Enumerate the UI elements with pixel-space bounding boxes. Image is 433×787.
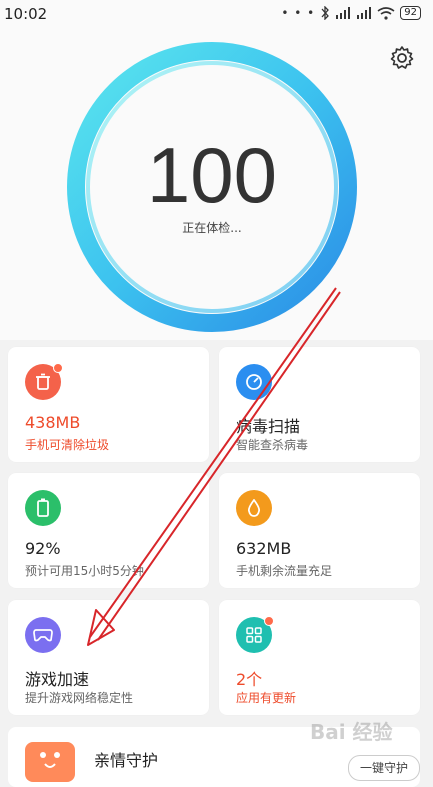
scan-icon xyxy=(236,364,272,400)
card-title: 438MB xyxy=(25,413,81,432)
droplet-icon xyxy=(236,490,272,526)
card-title: 亲情守护 xyxy=(94,751,159,770)
card-subtitle: 手机剩余流量充足 xyxy=(236,564,333,578)
card-title: 2个 xyxy=(236,670,263,689)
card-app-updates[interactable]: 2个 应用有更新 xyxy=(219,600,420,715)
battery-indicator: 92 xyxy=(400,6,421,20)
battery-icon xyxy=(25,490,61,526)
card-title: 92% xyxy=(25,539,61,558)
notification-dots: • • • xyxy=(281,6,316,20)
family-icon xyxy=(25,742,75,782)
card-title: 游戏加速 xyxy=(25,670,90,689)
bluetooth-icon xyxy=(320,6,330,20)
health-check-hero: 100 正在体检... xyxy=(0,30,433,340)
score-ring: 100 正在体检... xyxy=(66,41,358,333)
signal-icon-2 xyxy=(356,7,372,19)
wifi-icon xyxy=(377,6,395,20)
card-title: 632MB xyxy=(236,539,292,558)
status-icons: • • • 92 xyxy=(281,6,421,20)
card-subtitle: 智能查杀病毒 xyxy=(236,438,309,452)
status-time: 10:02 xyxy=(4,5,48,23)
card-battery[interactable]: 92% 预计可用15小时5分钟 xyxy=(8,473,209,588)
notification-badge xyxy=(53,363,63,373)
card-virus-scan[interactable]: 病毒扫描 智能查杀病毒 xyxy=(219,347,420,462)
checking-status: 正在体检... xyxy=(182,221,242,235)
signal-icon-1 xyxy=(335,7,351,19)
card-subtitle: 手机可清除垃圾 xyxy=(25,438,110,452)
notification-badge xyxy=(264,616,274,626)
card-title: 病毒扫描 xyxy=(236,417,301,436)
one-key-guard-button[interactable]: 一键守护 xyxy=(348,755,420,781)
status-bar: 10:02 • • • 92 xyxy=(0,0,433,30)
watermark: Bai 经验 xyxy=(310,720,393,744)
card-subtitle: 预计可用15小时5分钟 xyxy=(25,564,144,578)
card-subtitle: 应用有更新 xyxy=(236,691,297,705)
health-score: 100 xyxy=(146,131,278,219)
card-subtitle: 提升游戏网络稳定性 xyxy=(25,691,134,705)
card-game-boost[interactable]: 游戏加速 提升游戏网络稳定性 xyxy=(8,600,209,715)
card-junk-cleaner[interactable]: 438MB 手机可清除垃圾 xyxy=(8,347,209,462)
gear-icon[interactable] xyxy=(389,45,415,71)
card-data-usage[interactable]: 632MB 手机剩余流量充足 xyxy=(219,473,420,588)
gamepad-icon xyxy=(25,617,61,653)
